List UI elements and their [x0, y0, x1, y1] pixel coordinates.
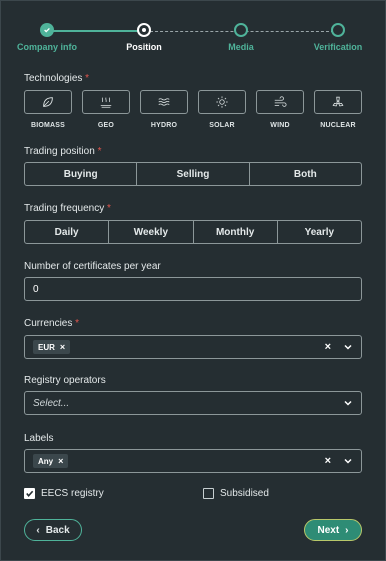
checkbox-unchecked[interactable] [203, 488, 214, 499]
tech-tile[interactable] [314, 90, 362, 114]
step-media[interactable]: Media [196, 20, 286, 52]
select-controls [343, 398, 353, 408]
back-button[interactable]: ‹ Back [24, 519, 82, 541]
technologies-label: Technologies * [24, 73, 89, 84]
tech-tile[interactable] [24, 90, 72, 114]
option-monthly[interactable]: Monthly [194, 221, 278, 243]
trading-frequency-label: Trading frequency * [24, 203, 111, 214]
required-mark: * [97, 146, 102, 157]
tech-hydro[interactable]: HYDRO [140, 90, 188, 134]
trading-position-label: Trading position * [24, 146, 101, 157]
certificates-field[interactable] [24, 277, 362, 301]
tech-biomass[interactable]: BIOMASS [24, 90, 72, 134]
checkbox-label: Subsidised [220, 488, 269, 499]
tech-label: BIOMASS [30, 122, 66, 129]
chip-remove-icon[interactable]: × [60, 342, 65, 352]
labels-label: Labels [24, 433, 54, 444]
tech-label: SOLAR [209, 122, 235, 129]
select-controls: × [325, 455, 353, 467]
registry-operators-label: Registry operators [24, 375, 106, 386]
tech-nuclear[interactable]: NUCLEAR [314, 90, 362, 134]
option-selling[interactable]: Selling [137, 163, 250, 185]
label-chip: Any × [33, 454, 69, 468]
geothermal-icon [100, 97, 112, 108]
step-label: Media [228, 42, 254, 52]
tech-label: NUCLEAR [320, 122, 356, 129]
tech-label: HYDRO [150, 122, 178, 129]
next-button[interactable]: Next › [304, 519, 362, 541]
currency-chip: EUR × [33, 340, 71, 354]
select-controls: × [325, 341, 353, 353]
trading-position-label-text: Trading position [24, 146, 95, 157]
chevron-left-icon: ‹ [36, 524, 40, 536]
registry-operators-select[interactable] [24, 391, 362, 415]
tech-tile[interactable] [256, 90, 304, 114]
clear-icon[interactable]: × [325, 455, 331, 467]
tech-label: WIND [270, 122, 290, 129]
step-label: Verification [313, 42, 363, 52]
tech-geo[interactable]: GEO [82, 90, 130, 134]
check-icon [40, 23, 54, 37]
leaf-icon [43, 97, 53, 107]
certificates-label: Number of certificates per year [24, 261, 161, 272]
current-step-icon [137, 23, 151, 37]
certificates-input[interactable] [33, 283, 353, 295]
required-mark: * [107, 203, 111, 214]
chevron-right-icon: › [345, 524, 349, 536]
option-daily[interactable]: Daily [25, 221, 110, 243]
currencies-select[interactable]: EUR × × [24, 335, 362, 359]
currencies-label: Currencies * [24, 318, 79, 329]
trading-frequency-label-text: Trading frequency [24, 203, 105, 214]
tech-label: GEO [97, 122, 115, 129]
technology-selector: BIOMASS GEO HYDRO SOLAR WIND NUCLEAR [24, 90, 362, 134]
chip-remove-icon[interactable]: × [58, 456, 63, 466]
checkbox-checked[interactable] [24, 488, 35, 499]
clear-icon[interactable]: × [325, 341, 331, 353]
chip-label: EUR [38, 342, 55, 352]
tech-tile[interactable] [198, 90, 246, 114]
back-label: Back [45, 524, 70, 536]
trading-position-selector: Buying Selling Both [24, 162, 362, 186]
chevron-down-icon[interactable] [343, 456, 353, 466]
technologies-label-text: Technologies [24, 73, 83, 84]
wind-icon [274, 96, 287, 107]
required-mark: * [85, 73, 90, 84]
step-label: Position [126, 42, 162, 52]
option-buying[interactable]: Buying [25, 163, 138, 185]
required-mark: * [75, 318, 80, 329]
trading-frequency-selector: Daily Weekly Monthly Yearly [24, 220, 362, 244]
eecs-registry-checkbox[interactable]: EECS registry [24, 488, 104, 499]
currencies-label-text: Currencies [24, 318, 73, 329]
check-icon [26, 490, 34, 498]
option-yearly[interactable]: Yearly [278, 221, 361, 243]
tech-solar[interactable]: SOLAR [198, 90, 246, 134]
step-verification[interactable]: Verification [293, 20, 383, 52]
option-weekly[interactable]: Weekly [109, 221, 194, 243]
sun-icon [216, 96, 228, 108]
tech-tile[interactable] [82, 90, 130, 114]
pending-step-icon [234, 23, 248, 37]
chip-label: Any [38, 456, 54, 466]
pending-step-icon [331, 23, 345, 37]
next-label: Next [317, 524, 340, 536]
step-company-info[interactable]: Company info [2, 20, 92, 52]
radiation-icon [332, 96, 344, 107]
chevron-down-icon[interactable] [343, 398, 353, 408]
tech-wind[interactable]: WIND [256, 90, 304, 134]
tech-tile[interactable] [140, 90, 188, 114]
option-both[interactable]: Both [250, 163, 361, 185]
chevron-down-icon[interactable] [343, 342, 353, 352]
waves-icon [158, 98, 170, 106]
subsidised-checkbox[interactable]: Subsidised [203, 488, 269, 499]
step-label: Company info [17, 42, 77, 52]
checkbox-label: EECS registry [41, 488, 104, 499]
progress-stepper: Company info Position Media Verification [0, 20, 386, 56]
registry-operators-input[interactable] [33, 397, 343, 409]
step-position[interactable]: Position [99, 20, 189, 52]
labels-select[interactable]: Any × × [24, 449, 362, 473]
